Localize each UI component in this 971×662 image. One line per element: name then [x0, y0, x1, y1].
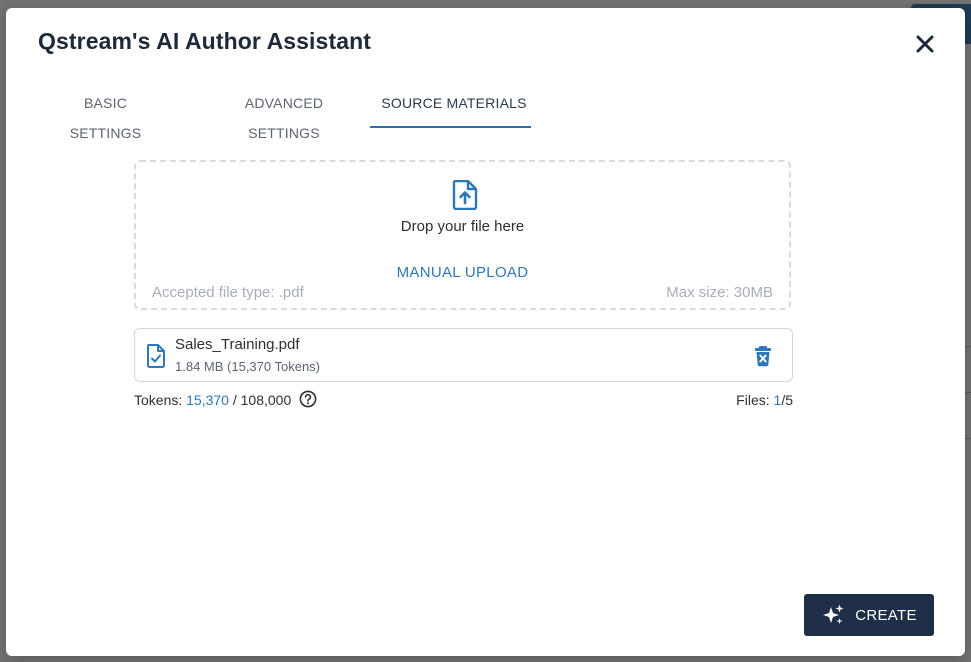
close-icon: [916, 35, 934, 53]
accepted-file-type: Accepted file type: .pdf: [152, 284, 304, 301]
file-name: Sales_Training.pdf: [175, 336, 300, 353]
tab-source-materials[interactable]: SOURCE MATERIALS: [374, 88, 534, 128]
close-button[interactable]: [913, 32, 937, 56]
file-upload-icon: [452, 180, 478, 210]
file-dropzone[interactable]: Drop your file here MANUAL UPLOAD Accept…: [134, 160, 791, 310]
create-button[interactable]: CREATE: [804, 594, 934, 636]
tokens-limit: / 108,000: [232, 392, 292, 408]
help-icon[interactable]: [299, 390, 317, 408]
tokens-label: Tokens:: [134, 392, 183, 408]
drop-prompt: Drop your file here: [400, 218, 525, 235]
tokens-used: 15,370: [186, 392, 229, 408]
uploaded-file-item: Sales_Training.pdf 1.84 MB (15,370 Token…: [134, 328, 793, 382]
file-count: Files: 1/5: [736, 392, 793, 408]
tab-basic-settings[interactable]: BASIC SETTINGS: [50, 88, 161, 141]
dialog-title: Qstream's AI Author Assistant: [38, 28, 371, 54]
sparkle-icon: [823, 604, 844, 624]
create-label: CREATE: [855, 606, 917, 624]
token-usage: Tokens: 15,370 / 108,000: [134, 390, 317, 410]
files-max: /5: [781, 392, 793, 408]
delete-icon[interactable]: [753, 345, 773, 367]
manual-upload-link[interactable]: MANUAL UPLOAD: [136, 264, 789, 281]
max-file-size: Max size: 30MB: [666, 284, 773, 301]
ai-author-dialog: Qstream's AI Author Assistant BASIC SETT…: [6, 8, 965, 656]
file-size-tokens: 1.84 MB (15,370 Tokens): [175, 359, 321, 374]
tab-advanced-settings[interactable]: ADVANCED SETTINGS: [210, 88, 358, 141]
file-check-icon: [146, 344, 165, 368]
files-label: Files:: [736, 392, 770, 408]
active-tab-indicator: [370, 126, 531, 128]
